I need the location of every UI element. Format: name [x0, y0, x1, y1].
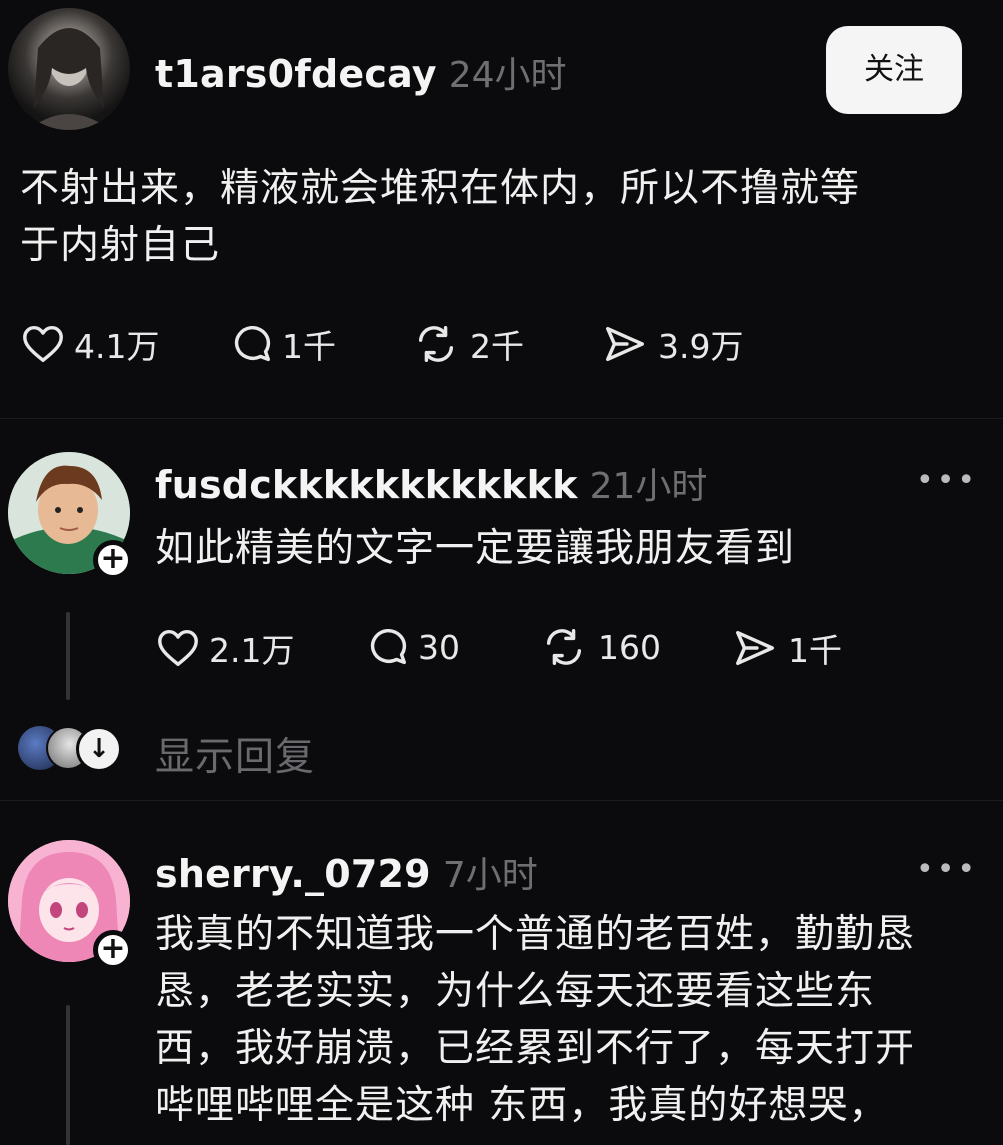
reply1-like-count: 2.1万 [209, 631, 295, 670]
follow-button[interactable]: 关注 [826, 26, 962, 114]
reply1-comment-count: 30 [418, 627, 460, 667]
post-like-count: 4.1万 [74, 327, 160, 366]
reply1-follow-plus-icon[interactable]: + [93, 540, 133, 580]
reply2-text-line-2: 恳，老老实实，为什么每天还要看这些东 [155, 969, 876, 1014]
post-repost-button[interactable]: 2千 [410, 320, 524, 368]
heart-icon [158, 629, 198, 667]
post-like-button[interactable]: 4.1万 [20, 320, 159, 368]
post-share-button[interactable]: 3.9万 [600, 320, 743, 368]
reply2-username[interactable]: sherry._0729 [155, 852, 431, 896]
post-text-line-1: 不射出来，精液就会堆积在体内，所以不撸就等 [20, 166, 861, 211]
share-icon [606, 326, 644, 362]
reply2-text-line-3: 西，我好崩溃，已经累到不行了，每天打开 [155, 1026, 916, 1071]
reply1-share-count: 1千 [788, 631, 842, 670]
show-replies-link[interactable]: 显示回复 [155, 726, 315, 782]
reply1-text: 如此精美的文字一定要讓我朋友看到 [155, 526, 796, 571]
reply1-username[interactable]: fusdckkkkkkkkkkkk [155, 463, 578, 507]
post-comment-count: 1千 [282, 327, 336, 366]
reply1-divider [0, 800, 1003, 801]
reply1-thread-line [66, 612, 70, 700]
post-text-line-2: 于内射自己 [20, 223, 221, 268]
reply1-share-button[interactable]: 1千 [730, 624, 842, 672]
portrait-image [28, 28, 110, 130]
reply2-thread-line [66, 1005, 70, 1145]
share-icon [736, 630, 774, 666]
post-author-avatar[interactable] [8, 8, 130, 130]
reply2-follow-plus-icon[interactable]: + [93, 930, 133, 970]
reply1-time: 21小时 [589, 466, 708, 507]
post-username[interactable]: t1ars0fdecay [155, 52, 437, 96]
post-repost-count: 2千 [470, 327, 524, 366]
comment-icon [370, 628, 407, 665]
reply1-comment-button[interactable]: 30 [364, 624, 460, 670]
repost-icon [546, 628, 582, 666]
show-replies-avatars[interactable]: ↓ [18, 726, 122, 772]
post-divider [0, 418, 1003, 419]
arrow-down-icon: ↓ [76, 726, 122, 772]
post-comment-button[interactable]: 1千 [228, 320, 336, 368]
post-share-count: 3.9万 [658, 327, 744, 366]
reply1-more-icon[interactable]: ••• [916, 463, 978, 498]
reply2-more-icon[interactable]: ••• [916, 852, 978, 887]
follow-button-label: 关注 [864, 52, 924, 87]
heart-icon [23, 325, 63, 363]
reply1-repost-button[interactable]: 160 [538, 624, 661, 670]
reply2-time: 7小时 [442, 855, 538, 896]
comment-icon [234, 325, 271, 362]
repost-icon [418, 325, 454, 363]
reply2-text-line-1: 我真的不知道我一个普通的老百姓，勤勤恳 [155, 912, 916, 957]
reply2-text-line-4: 哔哩哔哩全是这种 东西，我真的好想哭， [155, 1083, 889, 1128]
post-time: 24小时 [448, 55, 567, 96]
reply1-like-button[interactable]: 2.1万 [155, 624, 294, 672]
reply1-repost-count: 160 [598, 627, 661, 667]
